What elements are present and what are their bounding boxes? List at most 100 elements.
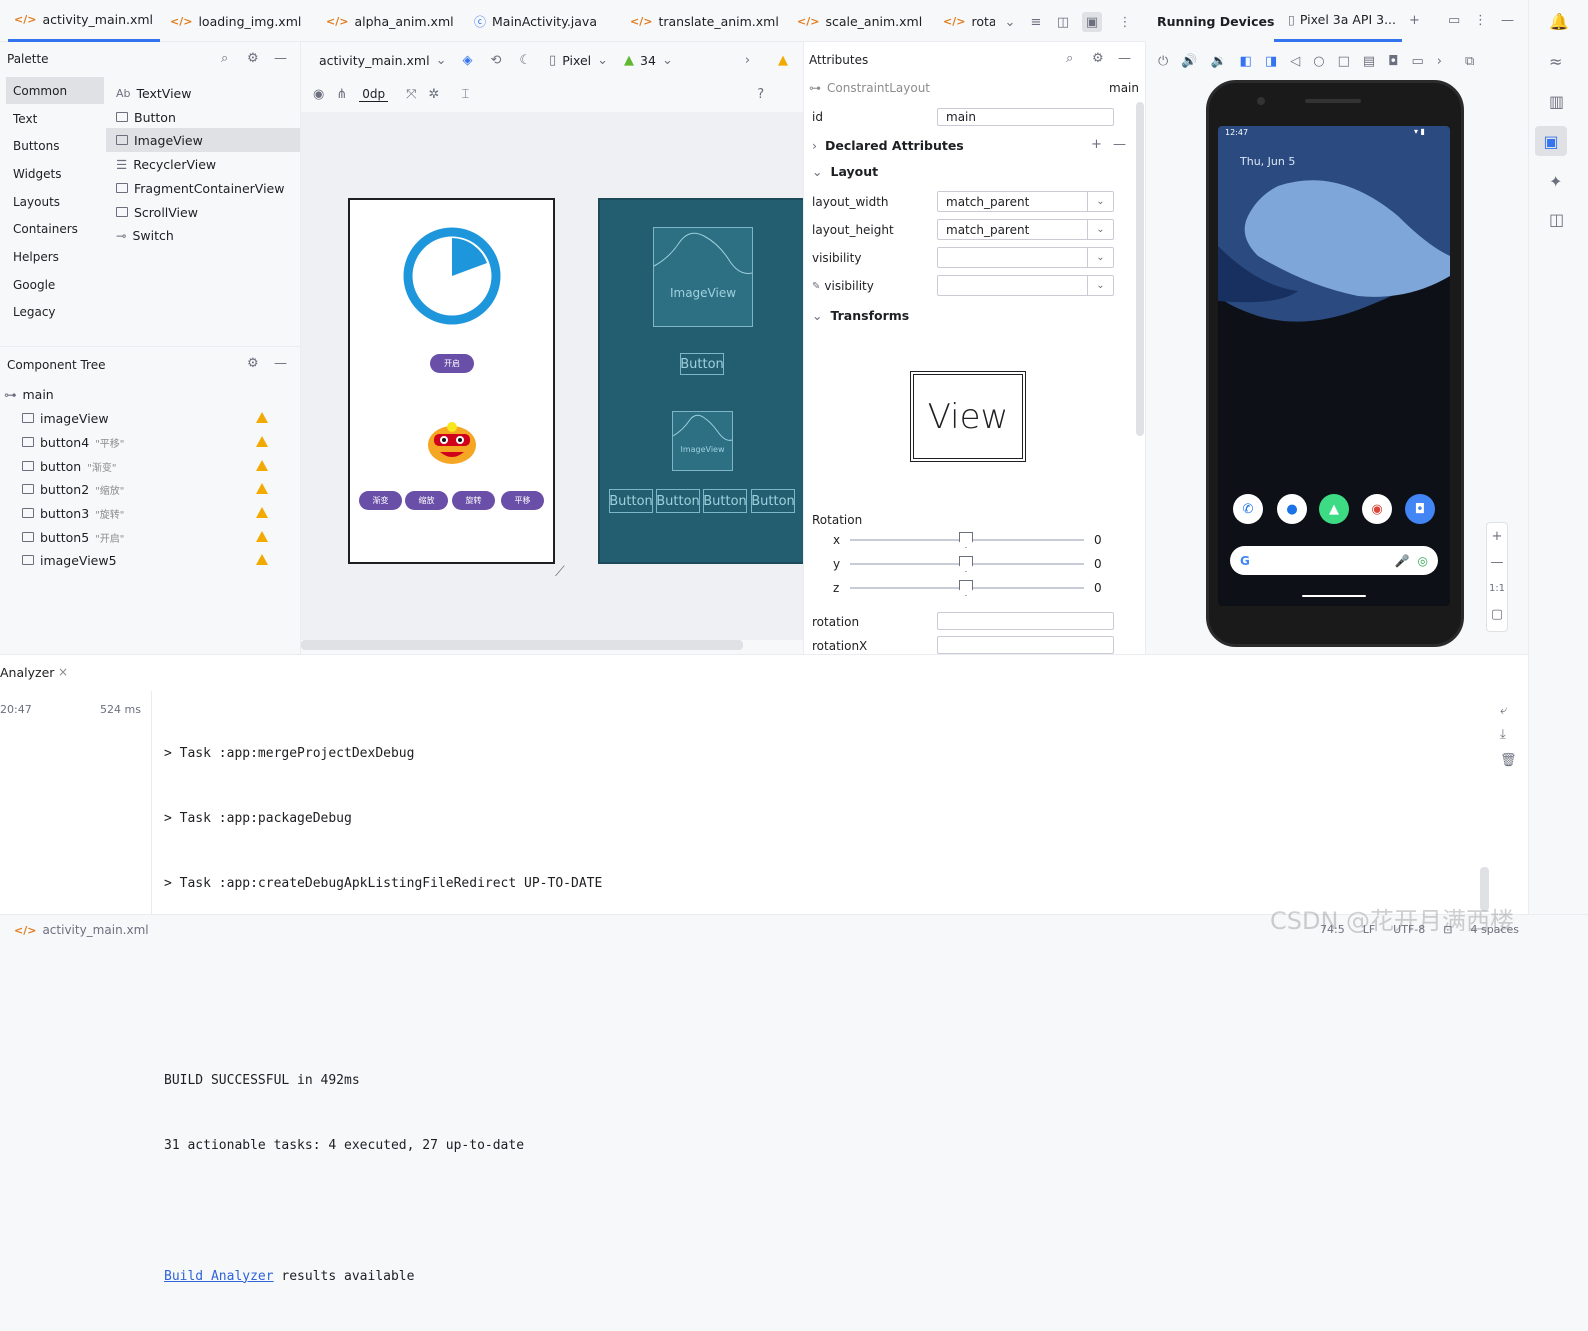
remove-icon[interactable]: —: [1113, 137, 1126, 152]
close-icon[interactable]: ×: [58, 665, 68, 679]
more-options-icon[interactable]: ⋮: [1474, 13, 1487, 28]
gear-icon[interactable]: ⚙: [247, 51, 259, 66]
vertical-scrollbar[interactable]: [1136, 102, 1144, 436]
layers-icon[interactable]: ◈: [462, 53, 472, 68]
blueprint-bottom-button-1[interactable]: Button: [609, 489, 653, 513]
translate-button[interactable]: 平移: [501, 491, 544, 510]
blueprint-bottom-button-3[interactable]: Button: [703, 489, 747, 513]
warning-icon[interactable]: [256, 531, 268, 542]
blueprint-screen[interactable]: ImageView Button ImageView Button Button…: [598, 198, 803, 564]
rotation-x-thumb[interactable]: [959, 532, 973, 548]
eye-icon[interactable]: ◉: [313, 87, 324, 102]
declared-attributes-section[interactable]: › Declared Attributes: [812, 133, 964, 157]
palette-category-helpers[interactable]: Helpers: [6, 243, 104, 270]
palette-category-legacy[interactable]: Legacy: [6, 298, 104, 325]
home-icon[interactable]: ○: [1313, 54, 1324, 69]
palette-item-button[interactable]: Button: [106, 105, 300, 129]
running-devices-icon[interactable]: ▣: [1535, 126, 1567, 156]
tab-rotate-anim[interactable]: </> rotat: [943, 0, 995, 42]
back-icon[interactable]: ◁: [1290, 54, 1300, 69]
gemini-icon[interactable]: ✦: [1549, 172, 1562, 191]
build-analyzer-link[interactable]: Build Analyzer: [164, 1269, 274, 1284]
design-canvas[interactable]: 开启 渐变 缩放 旋转 平移 ⟋ ImageView Button ImageV…: [301, 112, 803, 640]
split-view-icon[interactable]: ◫: [1055, 14, 1071, 30]
tree-item-button5[interactable]: button5 "开启": [22, 526, 292, 548]
palette-category-widgets[interactable]: Widgets: [6, 160, 104, 187]
chevron-down-icon[interactable]: ⌄: [1087, 276, 1113, 295]
tree-item-button4[interactable]: button4 "平移": [22, 431, 292, 453]
warning-icon[interactable]: [256, 460, 268, 471]
infer-constraints-icon[interactable]: ✲: [429, 87, 440, 102]
tab-scale-anim[interactable]: </> scale_anim.xml: [797, 0, 927, 42]
palette-category-text[interactable]: Text: [6, 105, 104, 132]
night-mode-icon[interactable]: ☾: [519, 53, 531, 68]
palette-item-imageview[interactable]: ImageView: [106, 128, 300, 152]
lens-icon[interactable]: ◎: [1418, 554, 1428, 568]
visibility-dropdown[interactable]: ⌄: [937, 247, 1114, 268]
rotate-right-icon[interactable]: ◨: [1265, 54, 1277, 69]
warning-icon[interactable]: [256, 554, 268, 565]
rotationx-field[interactable]: [937, 636, 1114, 654]
rotation-z-thumb[interactable]: [959, 580, 973, 596]
file-dropdown[interactable]: activity_main.xml: [319, 53, 430, 68]
chevron-right-icon[interactable]: ›: [1437, 54, 1442, 69]
guidelines-icon[interactable]: ⌶: [461, 87, 469, 102]
tab-loading-img[interactable]: </> loading_img.xml: [170, 0, 310, 42]
device-screen[interactable]: 12:47 ▾ ▮ Thu, Jun 5 ✆ ● ▲ ◉ ◘ G 🎤 ◎: [1218, 126, 1450, 606]
chevron-right-icon[interactable]: ›: [745, 53, 750, 68]
blueprint-bottom-button-2[interactable]: Button: [656, 489, 700, 513]
tree-item-button[interactable]: button "渐变": [22, 455, 292, 477]
tree-item-imageview[interactable]: imageView: [22, 407, 292, 429]
gradle-icon[interactable]: ≈: [1549, 52, 1562, 71]
help-icon[interactable]: ?: [757, 87, 764, 102]
fade-button[interactable]: 渐变: [359, 491, 402, 510]
warning-icon[interactable]: ▲: [778, 53, 788, 68]
palette-item-recyclerview[interactable]: ☰ RecyclerView: [106, 152, 300, 176]
rotation-y-thumb[interactable]: [959, 556, 973, 572]
blueprint-button[interactable]: Button: [680, 353, 724, 375]
design-view-icon[interactable]: ▣: [1082, 12, 1102, 32]
gear-icon[interactable]: ⚙: [1092, 51, 1104, 66]
power-icon[interactable]: ⏻: [1158, 54, 1168, 69]
build-console[interactable]: > Task :app:mergeProjectDexDebug > Task …: [164, 699, 1464, 1331]
chevron-down-icon[interactable]: ⌄: [1087, 248, 1113, 267]
blueprint-bottom-button-4[interactable]: Button: [751, 489, 795, 513]
phone-app-icon[interactable]: ✆: [1233, 494, 1263, 524]
rotate-left-icon[interactable]: ◧: [1240, 54, 1252, 69]
palette-category-layouts[interactable]: Layouts: [6, 188, 104, 215]
palette-category-google[interactable]: Google: [6, 271, 104, 298]
add-device-icon[interactable]: +: [1409, 13, 1420, 28]
microphone-icon[interactable]: 🎤: [1395, 554, 1410, 568]
add-icon[interactable]: +: [1091, 137, 1102, 152]
tree-item-imageview5[interactable]: imageView5: [22, 549, 292, 571]
resize-handle-icon[interactable]: ⟋: [555, 564, 565, 580]
warning-icon[interactable]: [256, 507, 268, 518]
palette-item-switch[interactable]: ⊸ Switch: [106, 223, 300, 247]
tab-alpha-anim[interactable]: </> alpha_anim.xml: [326, 0, 456, 42]
tab-translate-anim[interactable]: </> translate_anim.xml: [630, 0, 780, 42]
tab-main-activity[interactable]: ⓒ MainActivity.java: [474, 0, 614, 42]
chrome-app-icon[interactable]: ◉: [1362, 494, 1392, 524]
zoom-out-icon[interactable]: —: [1487, 549, 1507, 575]
chevron-down-icon[interactable]: ⌄: [1087, 192, 1113, 211]
minimize-icon[interactable]: —: [1118, 51, 1131, 66]
start-button[interactable]: 开启: [430, 354, 474, 373]
tools-visibility-dropdown[interactable]: ⌄: [937, 275, 1114, 296]
transforms-section[interactable]: ⌄ Transforms: [812, 303, 909, 327]
status-breadcrumb[interactable]: </> activity_main.xml: [14, 923, 149, 937]
chevron-down-icon[interactable]: ⌄: [1087, 220, 1113, 239]
palette-item-fragmentcontainerview[interactable]: FragmentContainerView: [106, 176, 300, 200]
more-options-icon[interactable]: ⋮: [1117, 14, 1133, 30]
id-field[interactable]: main: [937, 108, 1114, 126]
palette-item-scrollview[interactable]: ScrollView: [106, 200, 300, 224]
minimize-icon[interactable]: —: [274, 356, 287, 371]
chevron-down-icon[interactable]: ⌄: [597, 53, 608, 68]
rotation-field[interactable]: [937, 612, 1114, 630]
chevron-down-icon[interactable]: ⌄: [436, 53, 447, 68]
layout-width-dropdown[interactable]: match_parent ⌄: [937, 191, 1114, 212]
trash-icon[interactable]: 🗑: [1500, 753, 1517, 768]
minimize-icon[interactable]: —: [274, 51, 287, 66]
zoom-in-icon[interactable]: +: [1487, 523, 1507, 549]
window-icon[interactable]: ▭: [1448, 13, 1460, 28]
blueprint-small-imageview[interactable]: ImageView: [672, 411, 733, 471]
